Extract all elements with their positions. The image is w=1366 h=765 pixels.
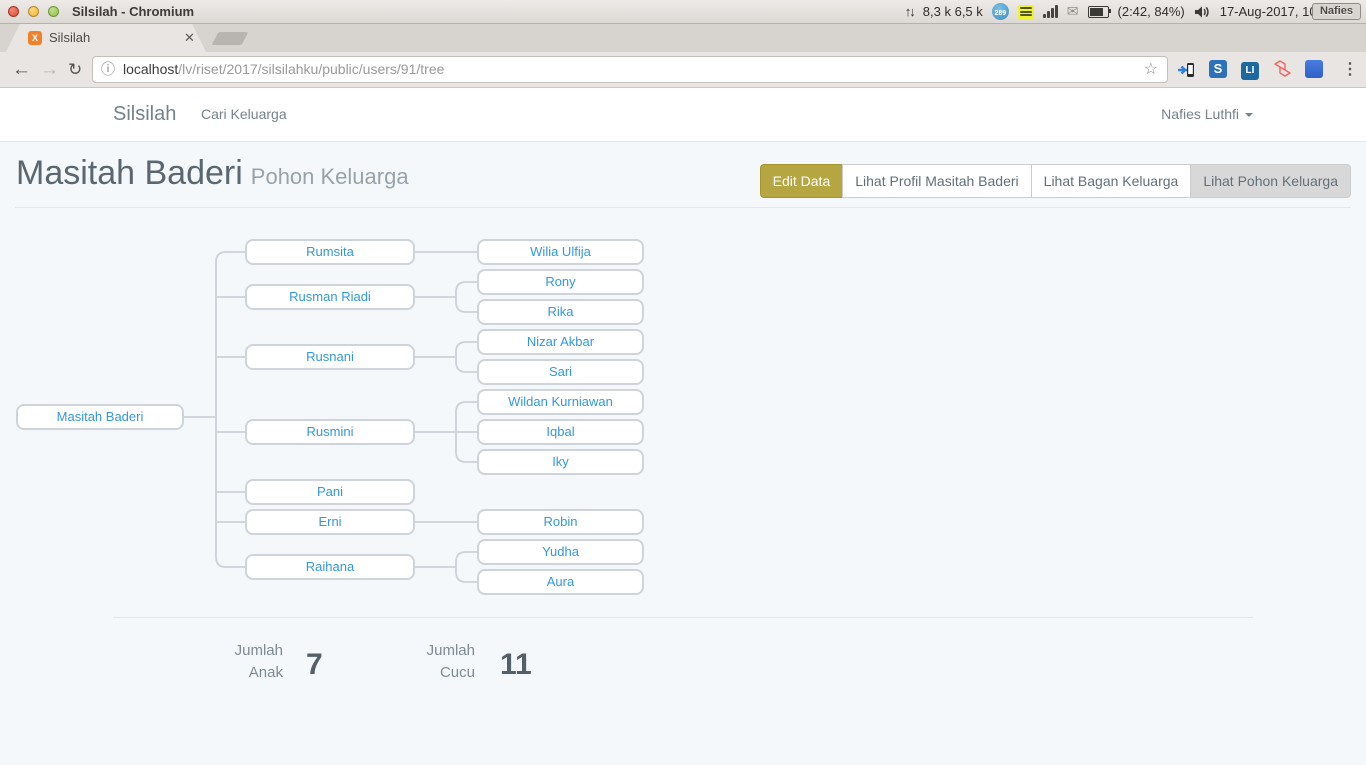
view-profile-button[interactable]: Lihat Profil Masitah Baderi (842, 164, 1031, 198)
indicator-badge-icon[interactable]: 289 (992, 3, 1009, 20)
mail-indicator-icon[interactable]: ✉ (1067, 3, 1079, 20)
network-updown-icon[interactable]: ↑↓ (905, 4, 914, 19)
tree-node-erni[interactable]: Erni (245, 509, 415, 535)
system-panel: Silsilah - Chromium ↑↓ 8,3 k 6,5 k 289 ✉… (0, 0, 1366, 24)
window-close-button[interactable] (8, 6, 19, 17)
address-bar[interactable]: ⓘ localhost/lv/riset/2017/silsilahku/pub… (92, 56, 1168, 83)
view-button-group: Edit Data Lihat Profil Masitah Baderi Li… (760, 164, 1351, 198)
desktop: Silsilah - Chromium ↑↓ 8,3 k 6,5 k 289 ✉… (0, 0, 1366, 765)
volume-icon[interactable] (1194, 5, 1211, 19)
tree-node-raihana[interactable]: Raihana (245, 554, 415, 580)
stat-label-cucu: JumlahCucu (355, 640, 475, 684)
tree-node-rika[interactable]: Rika (477, 299, 644, 325)
li-extension-icon[interactable]: LI (1240, 60, 1260, 80)
user-dropdown[interactable]: Nafies Luthfi (1161, 88, 1253, 141)
system-tray: ↑↓ 8,3 k 6,5 k 289 ✉ (2:42, 84%) 17-Aug-… (905, 2, 1366, 22)
page-info-icon[interactable]: ⓘ (101, 57, 115, 82)
stat-value-cucu: 11 (500, 648, 532, 682)
forward-button[interactable]: → (40, 52, 59, 87)
window-controls (8, 6, 59, 17)
device-mode-extension-icon[interactable] (1176, 60, 1196, 80)
tab-strip: X Silsilah ✕ (0, 24, 1366, 52)
s-extension-icon[interactable]: S (1208, 60, 1228, 80)
list-indicator-icon[interactable] (1018, 5, 1034, 19)
tab-close-icon[interactable]: ✕ (184, 24, 195, 52)
reload-button[interactable]: ↻ (68, 52, 82, 87)
tree-node-yudha[interactable]: Yudha (477, 539, 644, 565)
edit-data-button[interactable]: Edit Data (760, 164, 844, 198)
view-pohon-button[interactable]: Lihat Pohon Keluarga (1190, 164, 1351, 198)
xampp-favicon-icon: X (28, 31, 42, 45)
tree-node-sari[interactable]: Sari (477, 359, 644, 385)
stat-value-anak: 7 (306, 648, 323, 682)
signal-strength-icon[interactable] (1043, 5, 1058, 18)
window-title: Silsilah - Chromium (72, 4, 194, 19)
tree-node-rumsita[interactable]: Rumsita (245, 239, 415, 265)
tree-node-rony[interactable]: Rony (477, 269, 644, 295)
tree-node-rusmini[interactable]: Rusmini (245, 419, 415, 445)
desktop-user-badge: Nafies (1312, 3, 1361, 20)
tab-title: Silsilah (49, 24, 90, 52)
new-tab-button[interactable] (212, 32, 249, 45)
view-bagan-button[interactable]: Lihat Bagan Keluarga (1031, 164, 1192, 198)
url-text[interactable]: localhost/lv/riset/2017/silsilahku/publi… (123, 57, 444, 82)
battery-icon[interactable] (1088, 6, 1109, 18)
browser-menu-icon[interactable]: ⋮ (1342, 52, 1358, 87)
tree-node-nizar-akbar[interactable]: Nizar Akbar (477, 329, 644, 355)
tree-node-iqbal[interactable]: Iqbal (477, 419, 644, 445)
blue-extension-icon[interactable] (1304, 60, 1324, 80)
tree-node-iky[interactable]: Iky (477, 449, 644, 475)
tree-node-aura[interactable]: Aura (477, 569, 644, 595)
caret-down-icon (1245, 113, 1253, 117)
page-content: Silsilah Cari Keluarga Nafies Luthfi Mas… (0, 88, 1366, 765)
tree-node-wildan-kurniawan[interactable]: Wildan Kurniawan (477, 389, 644, 415)
tree-node-rusman-riadi[interactable]: Rusman Riadi (245, 284, 415, 310)
stats-divider (113, 617, 1253, 618)
tree-node-rusnani[interactable]: Rusnani (245, 344, 415, 370)
user-dropdown-label: Nafies Luthfi (1161, 106, 1239, 122)
url-path: /lv/riset/2017/silsilahku/public/users/9… (178, 61, 444, 77)
laravel-extension-icon[interactable] (1272, 60, 1292, 80)
browser-tab-silsilah[interactable]: X Silsilah ✕ (6, 24, 206, 52)
network-throughput: 8,3 k 6,5 k (923, 4, 983, 19)
window-maximize-button[interactable] (48, 6, 59, 17)
back-button[interactable]: ← (12, 52, 31, 87)
tree-node-wilia-ulfija[interactable]: Wilia Ulfija (477, 239, 644, 265)
tree-node-pani[interactable]: Pani (245, 479, 415, 505)
window-minimize-button[interactable] (28, 6, 39, 17)
battery-status: (2:42, 84%) (1118, 4, 1185, 19)
url-host: localhost (123, 61, 178, 77)
stat-label-anak: JumlahAnak (163, 640, 283, 684)
bookmark-star-icon[interactable]: ☆ (1144, 57, 1158, 82)
browser-toolbar: ← → ↻ ⓘ localhost/lv/riset/2017/silsilah… (0, 52, 1366, 88)
tree-node-masitah-baderi[interactable]: Masitah Baderi (16, 404, 184, 430)
tree-node-robin[interactable]: Robin (477, 509, 644, 535)
family-tree: Rumsita Wilia Ulfija Rusman Riadi Rony Rika R… (0, 88, 700, 618)
